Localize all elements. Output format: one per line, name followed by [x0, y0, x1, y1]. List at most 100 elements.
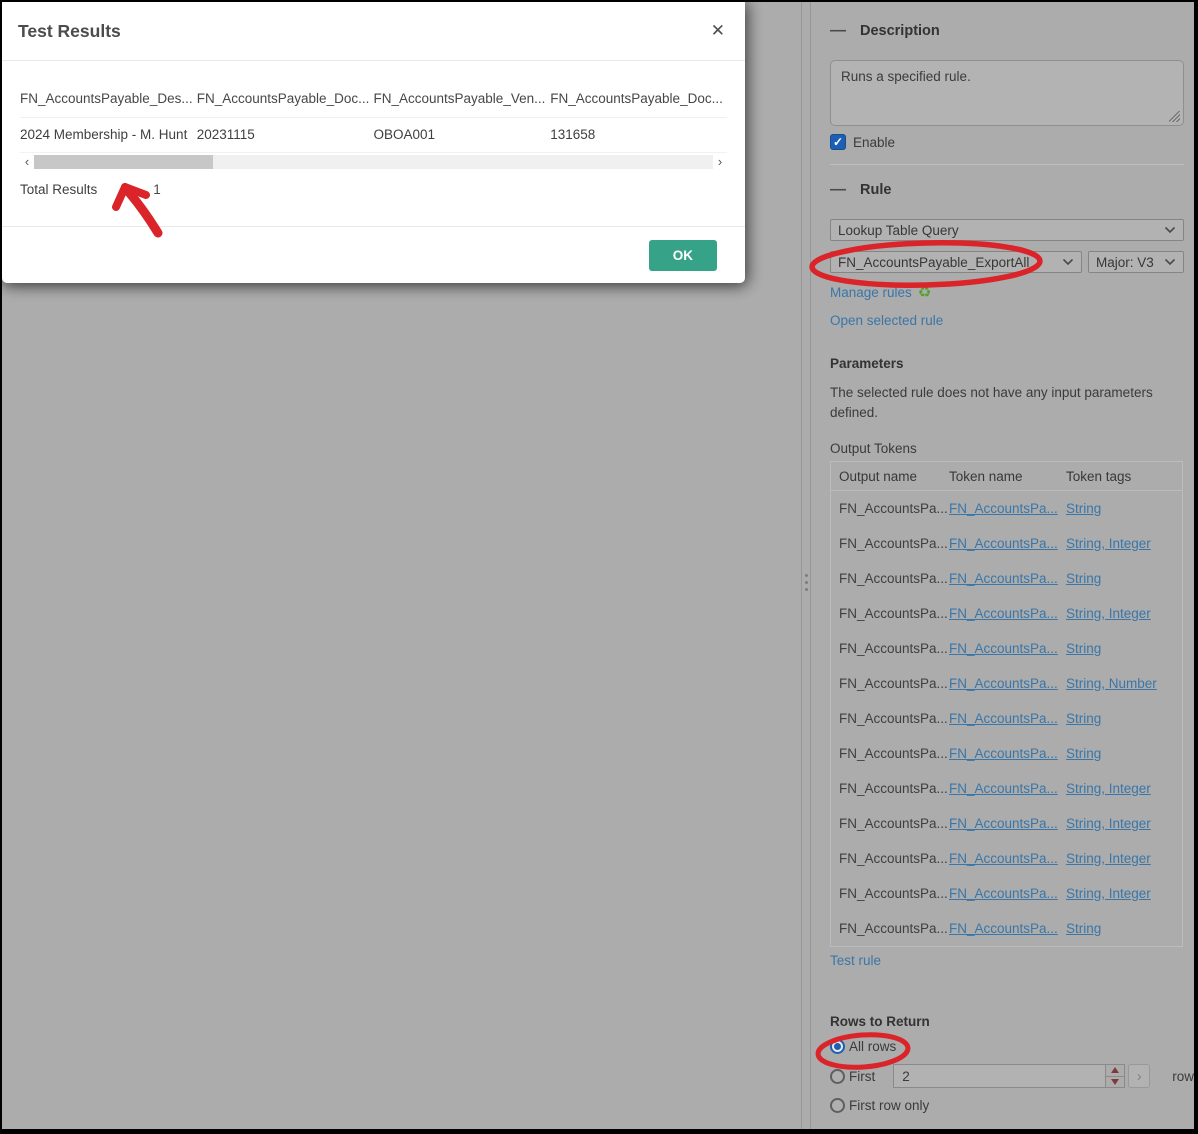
first-row-only-radio[interactable]: [830, 1098, 845, 1113]
resize-grip-icon[interactable]: [1169, 111, 1180, 122]
token-tags-link[interactable]: String, Integer: [1066, 606, 1151, 621]
token-tags-link[interactable]: String, Integer: [1066, 851, 1151, 866]
rows-suffix-label: rows: [1172, 1068, 1198, 1084]
rule-type-select[interactable]: Lookup Table Query: [830, 219, 1184, 241]
result-row[interactable]: 2024 Membership - M. Hunt 20231115 OBOA0…: [20, 118, 727, 153]
token-table-row: FN_AccountsPa... FN_AccountsPa... String: [831, 491, 1182, 526]
output-name-cell: FN_AccountsPa...: [839, 816, 948, 831]
col-token-tags: Token tags: [1066, 468, 1132, 484]
token-name-link[interactable]: FN_AccountsPa...: [949, 816, 1058, 831]
token-table-row: FN_AccountsPa... FN_AccountsPa... String…: [831, 666, 1182, 701]
token-name-link[interactable]: FN_AccountsPa...: [949, 641, 1058, 656]
output-tokens-title: Output Tokens: [830, 441, 917, 456]
output-name-cell: FN_AccountsPa...: [839, 711, 948, 726]
collapse-icon[interactable]: —: [830, 181, 846, 199]
result-col-docdate: FN_AccountsPayable_Doc...: [196, 91, 370, 106]
token-name-link[interactable]: FN_AccountsPa...: [949, 851, 1058, 866]
spinner-down-button[interactable]: [1106, 1077, 1124, 1088]
scroll-left-icon[interactable]: ‹: [20, 154, 34, 169]
token-table-row: FN_AccountsPa... FN_AccountsPa... String: [831, 701, 1182, 736]
splitter-grip-icon[interactable]: [805, 574, 808, 591]
token-tags-link[interactable]: String: [1066, 641, 1101, 656]
refresh-rules-icon[interactable]: ♻: [918, 283, 931, 301]
scrollbar-track[interactable]: [34, 154, 713, 169]
token-name-link[interactable]: FN_AccountsPa...: [949, 711, 1058, 726]
result-col-docnum: FN_AccountsPayable_Doc...: [550, 91, 723, 106]
output-name-cell: FN_AccountsPa...: [839, 571, 948, 586]
token-tags-link[interactable]: String, Integer: [1066, 816, 1151, 831]
rule-name-value: FN_AccountsPayable_ExportAll: [838, 254, 1030, 270]
token-tags-link[interactable]: String: [1066, 501, 1101, 516]
token-tags-link[interactable]: String: [1066, 711, 1101, 726]
description-section-header[interactable]: — Description: [830, 22, 1184, 40]
token-tags-link[interactable]: String: [1066, 571, 1101, 586]
result-col-vendor: FN_AccountsPayable_Ven...: [373, 91, 546, 106]
section-divider: [830, 164, 1184, 165]
close-icon[interactable]: ✕: [711, 21, 725, 41]
scroll-right-icon[interactable]: ›: [713, 154, 727, 169]
enable-checkbox[interactable]: ✓: [830, 134, 846, 150]
output-name-cell: FN_AccountsPa...: [839, 501, 948, 516]
description-textarea[interactable]: Runs a specified rule.: [830, 60, 1184, 126]
total-results-label: Total Results: [20, 182, 98, 197]
output-name-cell: FN_AccountsPa...: [839, 781, 948, 796]
properties-panel: — Description Runs a specified rule. ✓ E…: [811, 2, 1194, 1129]
col-token-name: Token name: [949, 468, 1023, 484]
rule-name-select[interactable]: FN_AccountsPayable_ExportAll: [830, 251, 1082, 273]
ok-button[interactable]: OK: [648, 239, 717, 271]
output-name-cell: FN_AccountsPa...: [839, 606, 948, 621]
all-rows-radio[interactable]: [830, 1039, 845, 1054]
output-tokens-table: Output name Token name Token tags FN_Acc…: [830, 461, 1183, 947]
token-name-link[interactable]: FN_AccountsPa...: [949, 921, 1058, 936]
output-name-cell: FN_AccountsPa...: [839, 921, 948, 936]
rule-section-title: Rule: [860, 182, 892, 198]
token-tags-link[interactable]: String, Number: [1066, 676, 1157, 691]
first-label: First: [849, 1068, 876, 1084]
token-picker-button[interactable]: ›: [1128, 1064, 1151, 1088]
first-n-input-wrap: [893, 1064, 1106, 1088]
rule-section-header[interactable]: — Rule: [830, 181, 1184, 199]
token-table-row: FN_AccountsPa... FN_AccountsPa... String…: [831, 526, 1182, 561]
output-name-cell: FN_AccountsPa...: [839, 536, 948, 551]
token-tags-link[interactable]: String, Integer: [1066, 536, 1151, 551]
check-icon: ✓: [832, 135, 844, 149]
first-row-only-label: First row only: [849, 1098, 930, 1113]
token-tags-link[interactable]: String: [1066, 921, 1101, 936]
token-name-link[interactable]: FN_AccountsPa...: [949, 501, 1058, 516]
token-name-link[interactable]: FN_AccountsPa...: [949, 886, 1058, 901]
result-col-description: FN_AccountsPayable_Des...: [20, 91, 193, 106]
chevron-down-icon: [1164, 226, 1176, 234]
description-section-title: Description: [860, 23, 940, 39]
token-tags-link[interactable]: String: [1066, 746, 1101, 761]
test-rule-link[interactable]: Test rule: [830, 953, 881, 968]
rule-version-select[interactable]: Major: V3: [1088, 251, 1184, 273]
dialog-footer: OK: [2, 226, 745, 283]
output-name-cell: FN_AccountsPa...: [839, 886, 948, 901]
token-name-link[interactable]: FN_AccountsPa...: [949, 606, 1058, 621]
token-tags-link[interactable]: String, Integer: [1066, 886, 1151, 901]
token-name-link[interactable]: FN_AccountsPa...: [949, 676, 1058, 691]
token-tags-link[interactable]: String, Integer: [1066, 781, 1151, 796]
rule-type-value: Lookup Table Query: [838, 222, 959, 238]
rows-to-return-title: Rows to Return: [830, 1014, 930, 1029]
token-name-link[interactable]: FN_AccountsPa...: [949, 746, 1058, 761]
scrollbar-thumb[interactable]: [34, 154, 213, 169]
panel-splitter[interactable]: [801, 2, 811, 1129]
token-name-link[interactable]: FN_AccountsPa...: [949, 781, 1058, 796]
token-table-row: FN_AccountsPa... FN_AccountsPa... String: [831, 631, 1182, 666]
total-results-value: 1: [153, 182, 161, 197]
first-n-rows-input[interactable]: [894, 1068, 1106, 1084]
output-tokens-body: FN_AccountsPa... FN_AccountsPa... String…: [831, 491, 1182, 946]
token-name-link[interactable]: FN_AccountsPa...: [949, 571, 1058, 586]
number-spinner: [1105, 1064, 1126, 1088]
first-n-rows-radio[interactable]: [830, 1068, 845, 1084]
horizontal-scrollbar[interactable]: ‹ ›: [20, 154, 727, 169]
manage-rules-link[interactable]: Manage rules: [830, 285, 912, 300]
spinner-up-button[interactable]: [1106, 1065, 1125, 1077]
token-table-row: FN_AccountsPa... FN_AccountsPa... String…: [831, 876, 1182, 911]
output-tokens-header-row: Output name Token name Token tags: [831, 462, 1182, 491]
token-name-link[interactable]: FN_AccountsPa...: [949, 536, 1058, 551]
token-table-row: FN_AccountsPa... FN_AccountsPa... String: [831, 736, 1182, 771]
open-selected-rule-link[interactable]: Open selected rule: [830, 313, 943, 328]
collapse-icon[interactable]: —: [830, 22, 846, 40]
